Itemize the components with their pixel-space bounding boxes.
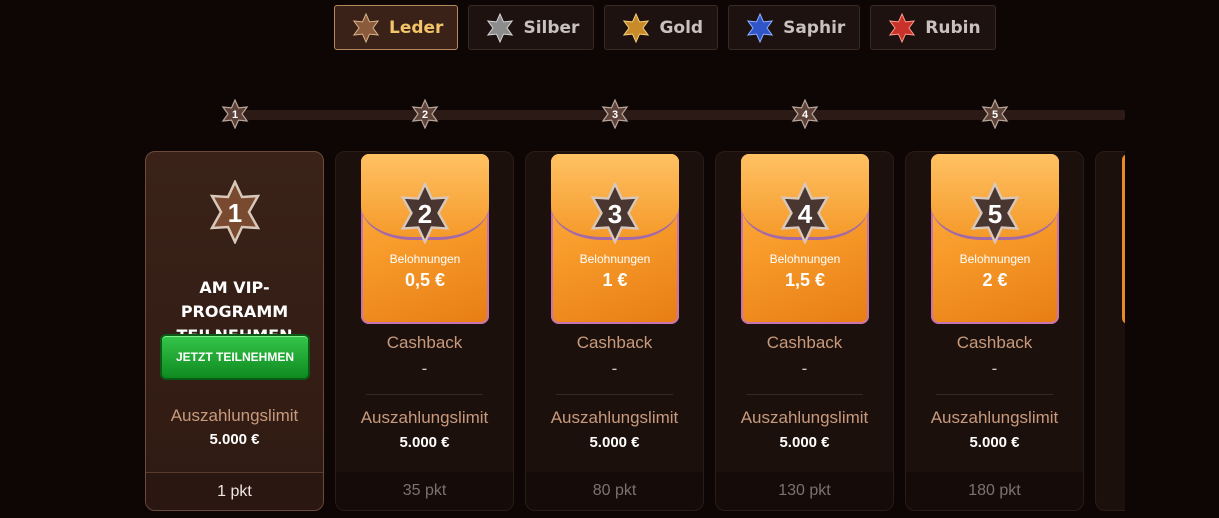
reward-envelope: 2 Belohnungen 0,5 € (361, 154, 489, 324)
points-footer: 35 pkt (336, 472, 513, 510)
points-footer: 180 pkt (906, 472, 1083, 510)
level-card-5: 5 Belohnungen 2 € Cashback - Auszahlungs… (905, 151, 1084, 511)
level-node-number: 1 (231, 108, 239, 121)
level-node-3: 3 (600, 98, 630, 130)
level-cards: 1 AM VIP-PROGRAMM TEILNEHMEN JETZT TEILN… (145, 151, 1125, 513)
payout-limit-label: Auszahlungslimit (170, 406, 299, 425)
star-badge-icon (623, 12, 650, 43)
cashback-value: - (801, 359, 808, 378)
level-card-2: 2 Belohnungen 0,5 € Cashback - Auszahlun… (335, 151, 514, 511)
payout-limit-value: 5.000 € (589, 434, 640, 451)
points-footer: 80 pkt (526, 472, 703, 510)
tier-tabs: Leder Silber Gold Saphir Rubin (334, 5, 996, 50)
reward-label: Belohnungen (959, 252, 1031, 266)
join-title-line1: AM VIP-PROGRAMM (180, 278, 289, 321)
tab-label: Saphir (783, 17, 846, 38)
reward-label: Belohnungen (579, 252, 651, 266)
payout-limit-value: 5.000 € (779, 434, 830, 451)
star-badge-icon (487, 12, 514, 43)
level-node-number: 2 (421, 108, 429, 121)
payout-limit-label: Auszahlungslimit (360, 408, 489, 427)
tab-rubin[interactable]: Rubin (870, 5, 996, 50)
level-node-4: 4 (790, 98, 820, 130)
reward-envelope: 3 Belohnungen 1 € (551, 154, 679, 324)
cashback-value: - (991, 359, 998, 378)
payout-limit-value: 5.000 € (969, 434, 1020, 451)
cashback-label: Cashback (766, 333, 843, 352)
level-badge-number: 4 (797, 199, 813, 229)
cashback-value: - (611, 359, 618, 378)
tab-label: Rubin (925, 17, 981, 38)
divider (936, 394, 1053, 395)
payout-limit-label: Auszahlungslimit (550, 408, 679, 427)
tab-silber[interactable]: Silber (468, 5, 595, 50)
envelope-icon (1122, 154, 1125, 324)
level-node-1: 1 (220, 98, 250, 130)
level-badge-number: 1 (227, 198, 243, 228)
tab-label: Leder (389, 17, 444, 38)
level-node-number: 5 (991, 108, 999, 121)
cashback-label: Cashback (576, 333, 653, 352)
level-node-5: 5 (980, 98, 1010, 130)
divider (366, 394, 483, 395)
reward-label: Belohnungen (389, 252, 461, 266)
level-badge: 5 (967, 181, 1023, 245)
star-badge-icon (746, 12, 774, 43)
payout-limit-value: 5.000 € (209, 431, 260, 448)
level-badge-number: 3 (607, 199, 623, 229)
cashback-label: Cashback (386, 333, 463, 352)
level-badge: 4 (777, 181, 833, 245)
level-badge: 2 (397, 181, 453, 245)
points-footer: 130 pkt (716, 472, 893, 510)
level-node-2: 2 (410, 98, 440, 130)
points-footer: 1 pkt (146, 472, 323, 510)
payout-limit-value: 5.000 € (399, 434, 450, 451)
tab-label: Silber (523, 17, 580, 38)
tab-gold[interactable]: Gold (604, 5, 719, 50)
divider (556, 394, 673, 395)
level-badge: 1 (206, 179, 264, 245)
cashback-label: Cashback (956, 333, 1033, 352)
reward-value: 2 € (982, 270, 1008, 290)
join-card: 1 AM VIP-PROGRAMM TEILNEHMEN JETZT TEILN… (145, 151, 324, 511)
reward-label: Belohnungen (769, 252, 841, 266)
tab-label: Gold (659, 17, 704, 38)
star-badge-icon (889, 12, 916, 43)
level-card-4: 4 Belohnungen 1,5 € Cashback - Auszahlun… (715, 151, 894, 511)
level-badge-number: 2 (417, 199, 433, 229)
divider (746, 394, 863, 395)
reward-envelope: 5 Belohnungen 2 € (931, 154, 1059, 324)
tab-saphir[interactable]: Saphir (728, 5, 861, 50)
payout-limit-label: Auszahlungslimit (740, 408, 869, 427)
payout-limit-label: Auszahlungslimit (930, 408, 1059, 427)
level-badge-number: 5 (987, 199, 1003, 229)
reward-value: 0,5 € (404, 270, 446, 290)
cashback-value: - (421, 359, 428, 378)
join-now-button[interactable]: JETZT TEILNEHMEN (160, 334, 310, 380)
tab-leder[interactable]: Leder (334, 5, 459, 50)
level-node-number: 4 (801, 108, 809, 121)
reward-value: 1,5 € (784, 270, 826, 290)
reward-value: 1 € (602, 270, 628, 290)
reward-envelope: 4 Belohnungen 1,5 € (741, 154, 869, 324)
level-card-3: 3 Belohnungen 1 € Cashback - Auszahlungs… (525, 151, 704, 511)
level-badge: 3 (587, 181, 643, 245)
star-badge-icon (352, 12, 380, 43)
level-node-number: 3 (611, 108, 619, 121)
level-card-next-partial (1095, 151, 1125, 511)
